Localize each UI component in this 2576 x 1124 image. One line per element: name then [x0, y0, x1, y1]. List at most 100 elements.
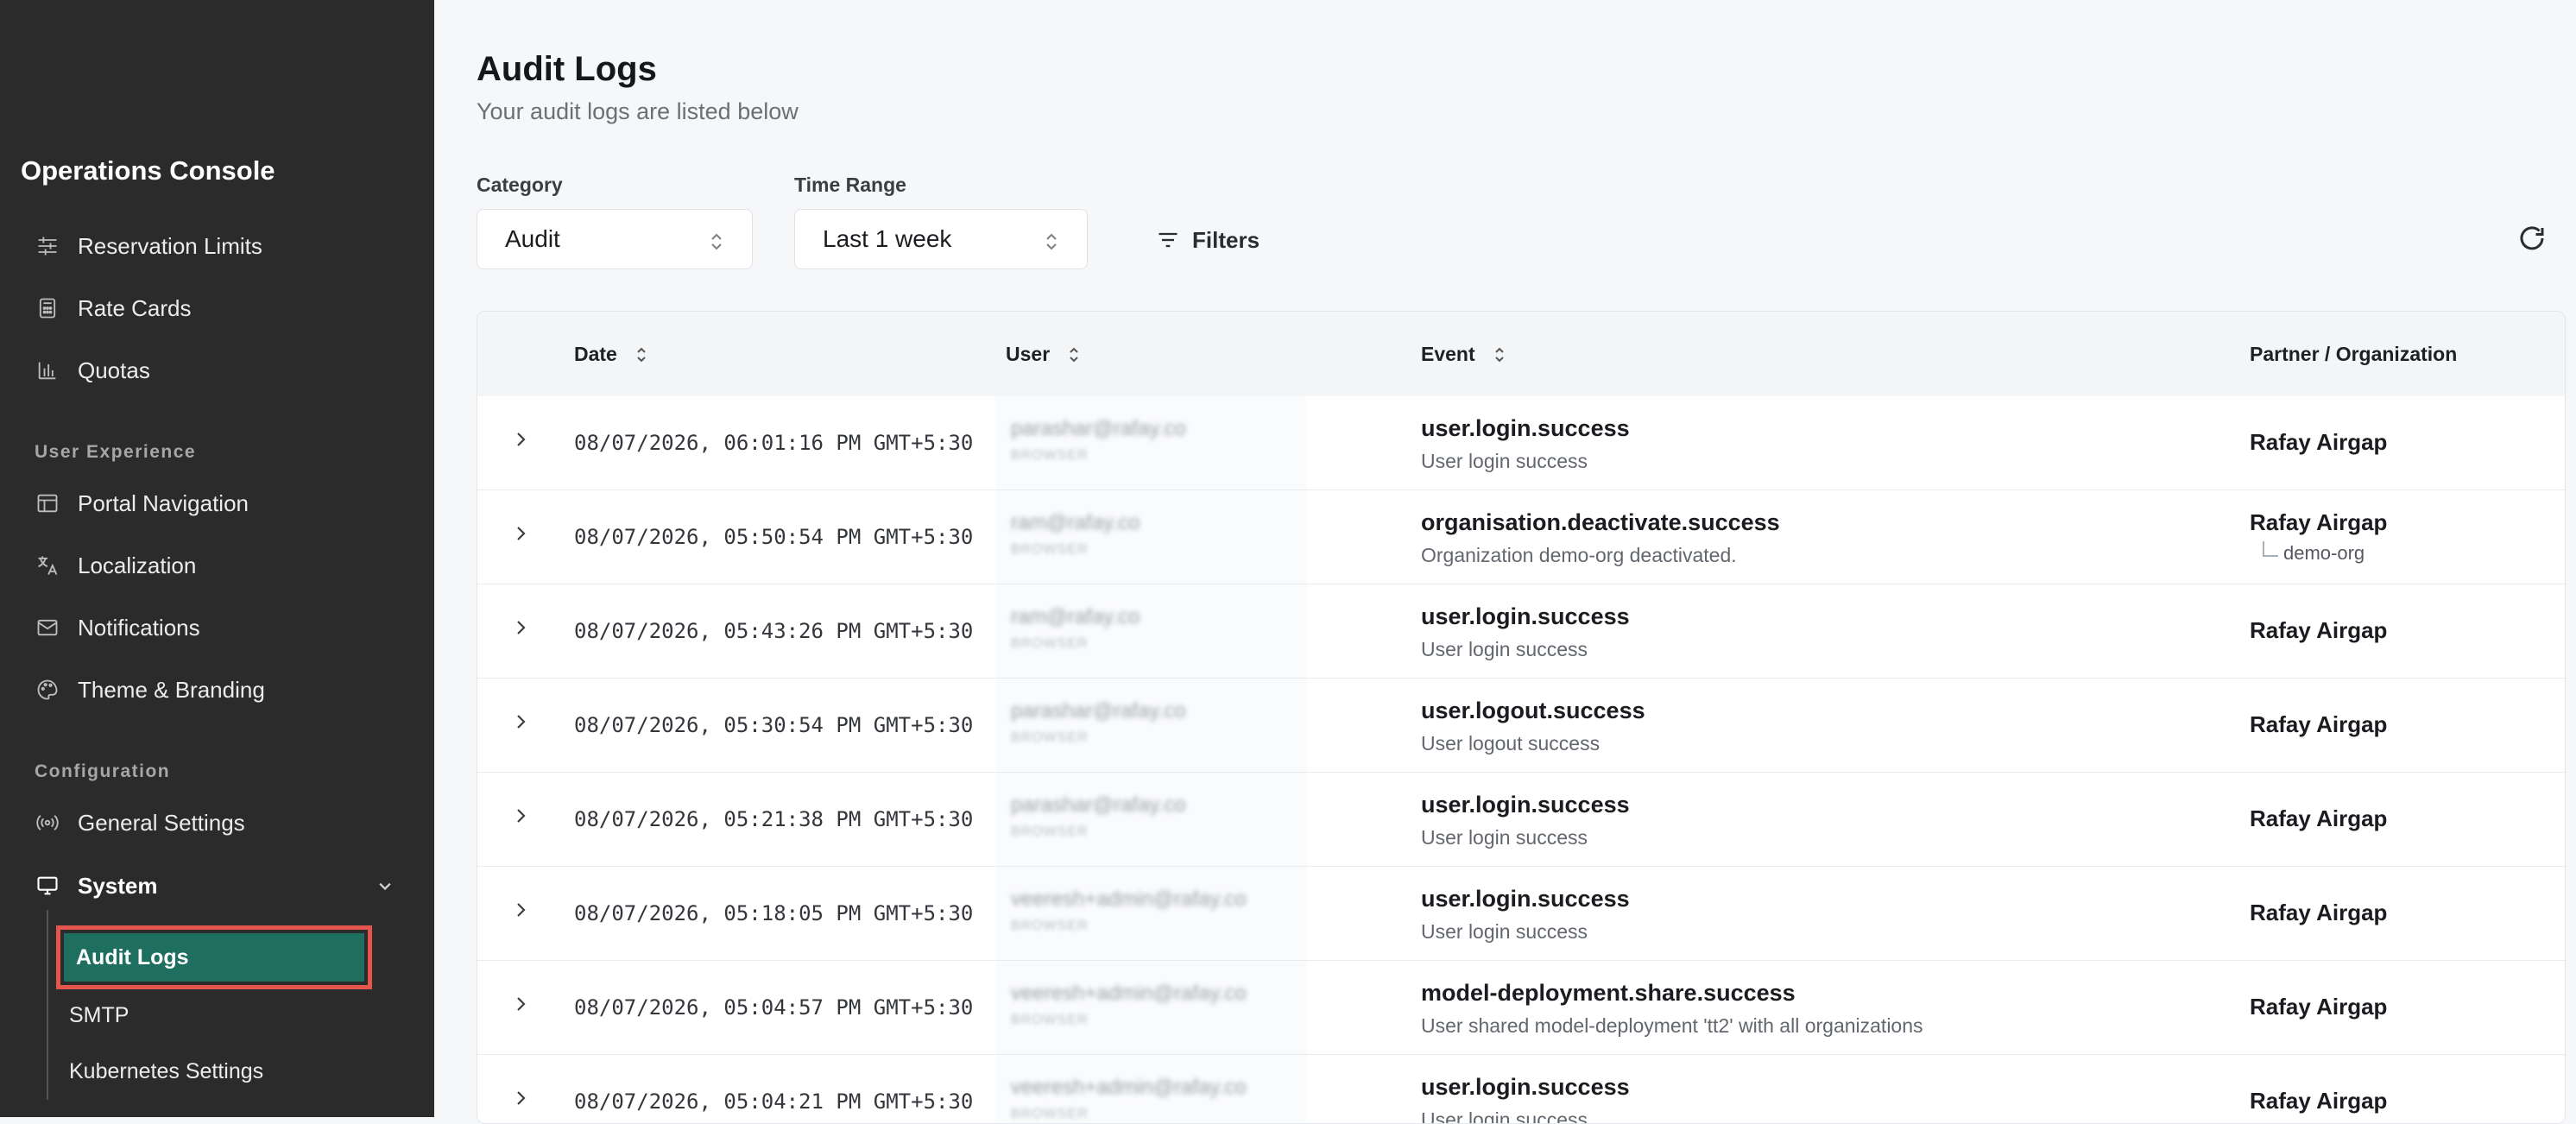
app-brand: Operations Console — [21, 155, 275, 186]
row-event-desc: User login success — [1421, 826, 1588, 849]
sidebar-item-rate-cards[interactable]: Rate Cards — [35, 284, 397, 332]
row-event: model-deployment.share.success — [1421, 980, 1796, 1006]
sidebar-item-label: Rate Cards — [78, 294, 192, 321]
row-date: 08/07/2026, 05:04:57 PM GMT+5:30 — [574, 995, 974, 1020]
row-event: user.login.success — [1421, 886, 1630, 912]
sidebar-item-portal-navigation[interactable]: Portal Navigation — [35, 479, 397, 527]
time-range-value: Last 1 week — [823, 225, 952, 252]
time-range-select[interactable]: Last 1 week — [794, 209, 1088, 269]
chevron-down-icon[interactable] — [373, 874, 397, 898]
row-user: parashar@rafay.co — [1011, 793, 1186, 817]
page-subtitle: Your audit logs are listed below — [477, 98, 799, 124]
column-header-label: Partner / Organization — [2250, 343, 2458, 365]
row-user-cell: veeresh+admin@rafay.co BROWSER — [995, 1055, 1306, 1123]
row-date: 08/07/2026, 05:30:54 PM GMT+5:30 — [574, 713, 974, 737]
filters-button[interactable]: Filters — [1156, 223, 1260, 257]
row-event-desc: User login success — [1421, 450, 1588, 472]
broadcast-icon — [35, 810, 60, 836]
sidebar-subitem-audit-logs[interactable]: Audit Logs — [56, 925, 372, 989]
row-user-cell: parashar@rafay.co BROWSER — [995, 679, 1306, 772]
row-user-sub: BROWSER — [1011, 1107, 1089, 1121]
row-user-sub: BROWSER — [1011, 919, 1089, 933]
refresh-icon[interactable] — [2516, 223, 2548, 254]
row-event: user.login.success — [1421, 1074, 1630, 1100]
time-range-label: Time Range — [794, 174, 906, 196]
row-date: 08/07/2026, 05:21:38 PM GMT+5:30 — [574, 807, 974, 831]
row-child-org: demo-org — [2263, 541, 2364, 565]
sidebar-item-label: System — [78, 872, 158, 899]
chevron-right-icon[interactable] — [510, 617, 531, 638]
row-event-desc: User login success — [1421, 1108, 1588, 1124]
sidebar-item-theme-branding[interactable]: Theme & Branding — [35, 666, 397, 714]
row-user-sub: BROWSER — [1011, 824, 1089, 839]
sidebar-item-label: Quotas — [78, 357, 150, 383]
column-header-label: Event — [1421, 343, 1475, 365]
column-header-label: User — [1006, 343, 1051, 365]
table-row[interactable]: 08/07/2026, 05:04:21 PM GMT+5:30 veeresh… — [477, 1055, 2565, 1124]
chevron-updown-icon — [1042, 230, 1061, 251]
row-user: ram@rafay.co — [1011, 605, 1140, 628]
sort-icon — [1494, 347, 1504, 362]
row-user: veeresh+admin@rafay.co — [1011, 1076, 1247, 1099]
row-org: Rafay Airgap — [2250, 900, 2388, 925]
row-org: Rafay Airgap — [2250, 509, 2388, 535]
chevron-right-icon[interactable] — [510, 1088, 531, 1108]
row-user: ram@rafay.co — [1011, 511, 1140, 534]
table-row[interactable]: 08/07/2026, 06:01:16 PM GMT+5:30 parasha… — [477, 396, 2565, 490]
chevron-right-icon[interactable] — [510, 994, 531, 1014]
main-content: Audit Logs Your audit logs are listed be… — [434, 0, 2576, 1124]
table-row[interactable]: 08/07/2026, 05:04:57 PM GMT+5:30 veeresh… — [477, 961, 2565, 1055]
table-row[interactable]: 08/07/2026, 05:50:54 PM GMT+5:30 ram@raf… — [477, 490, 2565, 584]
monitor-icon — [35, 873, 60, 899]
sidebar-item-label: Reservation Limits — [78, 232, 262, 259]
palette-icon — [35, 677, 60, 703]
row-event: user.login.success — [1421, 792, 1630, 818]
sidebar-item-localization[interactable]: Localization — [35, 541, 397, 590]
row-org: Rafay Airgap — [2250, 805, 2388, 831]
row-user: veeresh+admin@rafay.co — [1011, 887, 1247, 911]
chevron-right-icon[interactable] — [510, 805, 531, 826]
filter-icon — [1159, 232, 1178, 248]
table-row[interactable]: 08/07/2026, 05:18:05 PM GMT+5:30 veeresh… — [477, 867, 2565, 961]
sidebar-subitem-kubernetes-settings[interactable]: Kubernetes Settings — [57, 1045, 369, 1097]
row-event-desc: User login success — [1421, 920, 1588, 943]
section-configuration: Configuration — [35, 761, 171, 781]
sidebar-item-general-settings[interactable]: General Settings — [35, 799, 397, 847]
page-title: Audit Logs — [477, 50, 657, 88]
column-header-org: Partner / Organization — [2250, 343, 2457, 366]
row-event-desc: User login success — [1421, 638, 1588, 660]
table-row[interactable]: 08/07/2026, 05:21:38 PM GMT+5:30 parasha… — [477, 773, 2565, 867]
row-event: user.logout.success — [1421, 698, 1645, 723]
sidebar-item-label: Notifications — [78, 614, 200, 641]
row-user-sub: BROWSER — [1011, 1013, 1089, 1027]
sort-icon — [637, 347, 646, 362]
sidebar-item-label: General Settings — [78, 809, 245, 836]
row-org: Rafay Airgap — [2250, 617, 2388, 643]
row-user: parashar@rafay.co — [1011, 699, 1186, 723]
sort-icon — [1070, 347, 1078, 362]
category-select[interactable]: Audit — [477, 209, 753, 269]
translate-icon — [35, 553, 60, 578]
sliders-icon — [35, 233, 60, 259]
table-row[interactable]: 08/07/2026, 05:43:26 PM GMT+5:30 ram@raf… — [477, 584, 2565, 679]
sidebar-item-system[interactable]: System — [35, 862, 397, 910]
column-header-date[interactable]: Date — [574, 343, 650, 366]
sidebar-item-quotas[interactable]: Quotas — [35, 346, 397, 395]
column-header-user[interactable]: User — [1006, 343, 1083, 366]
submenu-guide-line — [47, 910, 48, 1100]
chevron-right-icon[interactable] — [510, 900, 531, 920]
chevron-right-icon[interactable] — [510, 429, 531, 450]
row-event: user.login.success — [1421, 415, 1630, 441]
chevron-right-icon[interactable] — [510, 711, 531, 732]
sidebar-item-reservation-limits[interactable]: Reservation Limits — [35, 222, 397, 270]
table-header: Date User Event Partner / Organization — [477, 312, 2565, 397]
table-row[interactable]: 08/07/2026, 05:30:54 PM GMT+5:30 parasha… — [477, 679, 2565, 773]
sidebar-item-notifications[interactable]: Notifications — [35, 603, 397, 652]
sidebar-subitem-smtp[interactable]: SMTP — [57, 989, 369, 1041]
section-user-experience: User Experience — [35, 442, 197, 462]
chevron-right-icon[interactable] — [510, 523, 531, 544]
row-user: parashar@rafay.co — [1011, 417, 1186, 440]
row-date: 08/07/2026, 05:50:54 PM GMT+5:30 — [574, 525, 974, 549]
column-header-event[interactable]: Event — [1421, 343, 1508, 366]
row-user-sub: BROWSER — [1011, 730, 1089, 745]
